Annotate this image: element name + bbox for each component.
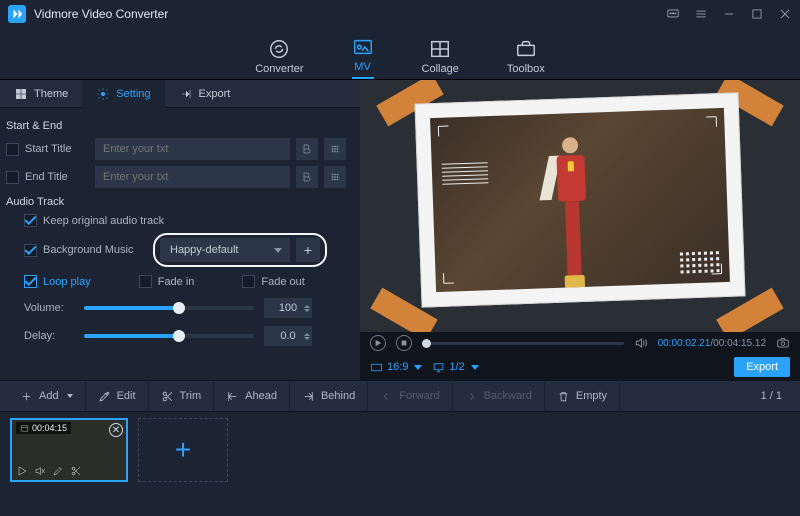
- volume-label: Volume:: [24, 302, 74, 314]
- screen-page-value: 1/2: [449, 361, 464, 373]
- preview-progress[interactable]: [422, 342, 624, 345]
- preview-canvas: [360, 80, 800, 332]
- tab-setting-label: Setting: [116, 88, 150, 100]
- converter-icon: [268, 38, 290, 60]
- end-title-label: End Title: [25, 171, 89, 183]
- collage-icon: [429, 38, 451, 60]
- bgm-select-value: Happy-default: [170, 244, 239, 256]
- tab-theme[interactable]: Theme: [0, 80, 82, 108]
- clip-play-icon[interactable]: [16, 465, 28, 477]
- stop-button[interactable]: [396, 335, 412, 351]
- export-button[interactable]: Export: [734, 357, 790, 377]
- nav-collage-label: Collage: [422, 63, 459, 75]
- bgm-label: Background Music: [43, 244, 147, 256]
- audio-heading: Audio Track: [6, 196, 346, 208]
- aspect-select[interactable]: 16:9: [370, 361, 422, 374]
- end-title-grid-button[interactable]: [324, 166, 346, 188]
- bgm-add-button[interactable]: +: [296, 238, 320, 262]
- keep-audio-checkbox[interactable]: [24, 214, 37, 227]
- clip-remove-button[interactable]: ✕: [109, 423, 123, 437]
- end-title-font-button[interactable]: [296, 166, 318, 188]
- preview-frame: [415, 92, 746, 307]
- fadeout-checkbox[interactable]: [242, 275, 255, 288]
- tab-theme-label: Theme: [34, 88, 68, 100]
- app-title: Vidmore Video Converter: [34, 7, 168, 21]
- add-button[interactable]: Add: [8, 380, 86, 412]
- empty-button[interactable]: Empty: [545, 380, 620, 412]
- feedback-icon[interactable]: [666, 7, 680, 21]
- start-title-font-button[interactable]: [296, 138, 318, 160]
- behind-button[interactable]: Behind: [290, 380, 368, 412]
- nav-collage[interactable]: Collage: [422, 38, 459, 79]
- tab-setting[interactable]: Setting: [82, 80, 164, 108]
- nav-mv-label: MV: [354, 61, 371, 73]
- close-icon[interactable]: [778, 7, 792, 21]
- nav-converter[interactable]: Converter: [255, 38, 303, 79]
- main-nav: Converter MV Collage Toolbox: [0, 28, 800, 80]
- end-title-input[interactable]: [95, 166, 290, 188]
- page-count: 1 / 1: [761, 390, 792, 402]
- forward-button[interactable]: Forward: [368, 380, 452, 412]
- aspect-value: 16:9: [387, 361, 408, 373]
- fadein-checkbox[interactable]: [139, 275, 152, 288]
- clip-mute-icon[interactable]: [34, 465, 46, 477]
- delay-value[interactable]: 0.0: [264, 326, 312, 346]
- clip-edit-icon[interactable]: [52, 465, 64, 477]
- toolbox-icon: [515, 38, 537, 60]
- bgm-select[interactable]: Happy-default: [160, 238, 290, 262]
- app-logo: [8, 5, 26, 23]
- delay-slider[interactable]: [84, 334, 254, 338]
- minimize-icon[interactable]: [722, 7, 736, 21]
- tab-export[interactable]: Export: [165, 80, 245, 108]
- add-clip-button[interactable]: +: [138, 418, 228, 482]
- start-title-grid-button[interactable]: [324, 138, 346, 160]
- screen-page-select[interactable]: 1/2: [432, 361, 478, 374]
- start-title-label: Start Title: [25, 143, 89, 155]
- preview-time: 00:00:02.21/00:04:15.12: [658, 338, 766, 349]
- start-title-checkbox[interactable]: [6, 143, 19, 156]
- nav-toolbox-label: Toolbox: [507, 63, 545, 75]
- loop-checkbox[interactable]: [24, 275, 37, 288]
- bgm-checkbox[interactable]: [24, 244, 37, 257]
- keep-audio-label: Keep original audio track: [43, 215, 164, 227]
- play-button[interactable]: [370, 335, 386, 351]
- nav-converter-label: Converter: [255, 63, 303, 75]
- fadein-label: Fade in: [158, 276, 195, 288]
- mv-icon: [352, 36, 374, 58]
- subtabs: Theme Setting Export: [0, 80, 360, 108]
- volume-value[interactable]: 100: [264, 298, 312, 318]
- trim-button[interactable]: Trim: [149, 380, 215, 412]
- edit-button[interactable]: Edit: [86, 380, 149, 412]
- bgm-highlight: Happy-default +: [153, 233, 327, 267]
- end-title-checkbox[interactable]: [6, 171, 19, 184]
- snapshot-icon[interactable]: [776, 336, 790, 350]
- delay-label: Delay:: [24, 330, 74, 342]
- volume-slider[interactable]: [84, 306, 254, 310]
- startend-heading: Start & End: [6, 120, 346, 132]
- maximize-icon[interactable]: [750, 7, 764, 21]
- fadeout-label: Fade out: [261, 276, 304, 288]
- loop-label: Loop play: [43, 276, 91, 288]
- nav-mv[interactable]: MV: [352, 36, 374, 79]
- start-title-input[interactable]: [95, 138, 290, 160]
- tab-export-label: Export: [199, 88, 231, 100]
- menu-icon[interactable]: [694, 7, 708, 21]
- clip-thumbnail[interactable]: 00:04:15 ✕: [10, 418, 128, 482]
- nav-toolbox[interactable]: Toolbox: [507, 38, 545, 79]
- backward-button[interactable]: Backward: [453, 380, 545, 412]
- clip-duration-badge: 00:04:15: [16, 422, 71, 434]
- clip-trim-icon[interactable]: [70, 465, 82, 477]
- ahead-button[interactable]: Ahead: [214, 380, 290, 412]
- volume-icon[interactable]: [634, 336, 648, 350]
